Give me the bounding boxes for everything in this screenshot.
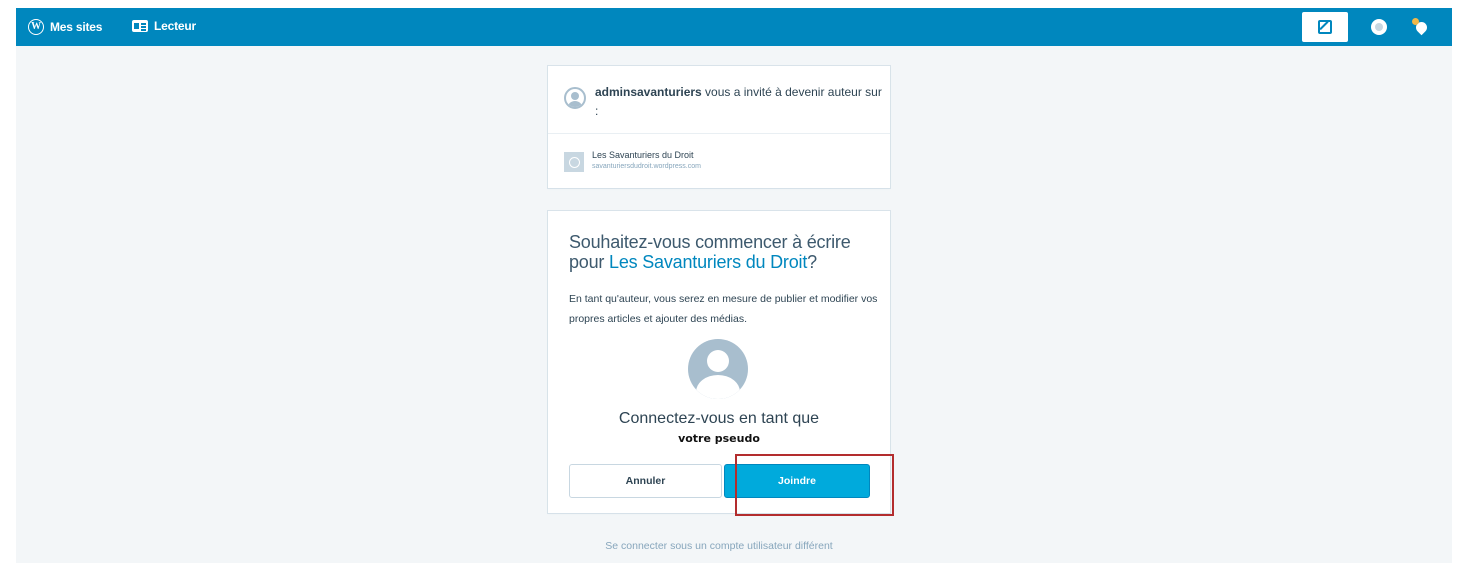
reader-button[interactable]: Lecteur [132, 19, 196, 33]
invite-card: adminsavanturiers vous a invité à deveni… [548, 66, 890, 188]
invite-header: adminsavanturiers vous a invité à deveni… [564, 83, 887, 121]
user-avatar-icon [1375, 23, 1383, 31]
user-avatar-large-icon [688, 339, 748, 399]
invite-divider [548, 133, 890, 134]
join-title-suffix: ? [807, 252, 817, 272]
invited-site: Les Savanturiers du Droit savanturiersdu… [564, 149, 701, 172]
my-sites-label: Mes sites [50, 20, 103, 34]
site-name: Les Savanturiers du Droit [592, 150, 694, 160]
reader-label: Lecteur [154, 19, 196, 33]
write-post-button[interactable] [1302, 12, 1348, 42]
join-description: En tant qu'auteur, vous serez en mesure … [569, 293, 878, 325]
join-title: Souhaitez-vous commencer à écrire pour L… [569, 232, 879, 272]
other-account-link[interactable]: Se connecter sous un compte utilisateur … [548, 540, 890, 552]
user-avatar-button[interactable] [1371, 19, 1387, 35]
invite-message: adminsavanturiers vous a invité à deveni… [595, 83, 887, 121]
cancel-button[interactable]: Annuler [569, 464, 722, 498]
wordpress-logo-icon: W [28, 19, 44, 35]
join-button-highlight [735, 454, 894, 516]
site-url: savanturiersdudroit.wordpress.com [592, 163, 701, 170]
site-globe-icon [564, 152, 584, 172]
inviter-name: adminsavanturiers [595, 85, 702, 99]
inviter-avatar-icon [564, 87, 586, 109]
connect-as-label: Connectez-vous en tant que [618, 410, 820, 427]
masterbar: W Mes sites Lecteur [16, 8, 1452, 46]
write-post-icon [1318, 20, 1332, 34]
my-sites-button[interactable]: W Mes sites [28, 19, 102, 35]
username-label: votre pseudo [678, 432, 760, 445]
join-title-site: Les Savanturiers du Droit [609, 252, 808, 272]
notification-unread-dot [1412, 18, 1419, 25]
reader-icon [132, 20, 148, 32]
notifications-button[interactable] [1412, 18, 1430, 36]
app-window: W Mes sites Lecteur adminsavanturiers vo… [16, 8, 1452, 563]
